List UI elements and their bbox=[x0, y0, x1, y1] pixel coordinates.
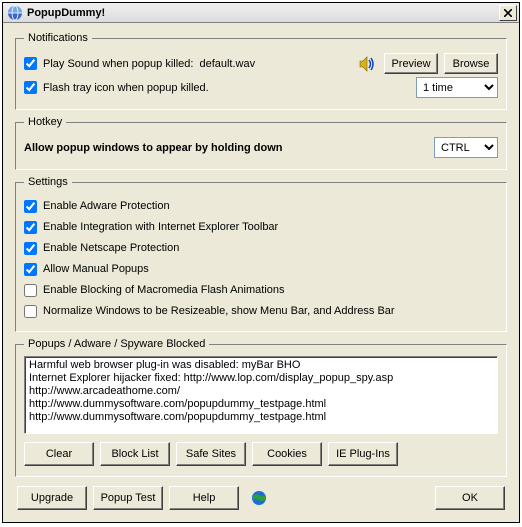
play-sound-checkbox[interactable] bbox=[24, 57, 37, 70]
dialog-body: Notifications Play Sound when popup kill… bbox=[3, 23, 519, 522]
close-button[interactable] bbox=[499, 5, 517, 21]
preview-button[interactable]: Preview bbox=[384, 53, 438, 74]
block-flash-checkbox[interactable] bbox=[24, 284, 37, 297]
notifications-legend: Notifications bbox=[24, 32, 92, 44]
settings-item-label: Allow Manual Popups bbox=[43, 263, 149, 275]
speaker-icon bbox=[358, 55, 376, 73]
flash-tray-checkbox[interactable] bbox=[24, 81, 37, 94]
settings-item-label: Enable Blocking of Macromedia Flash Anim… bbox=[43, 284, 285, 296]
clear-button[interactable]: Clear bbox=[24, 442, 94, 466]
ok-button[interactable]: OK bbox=[435, 486, 505, 510]
settings-item-label: Enable Integration with Internet Explore… bbox=[43, 221, 278, 233]
app-window: PopupDummy! Notifications Play Sound whe… bbox=[2, 2, 520, 523]
sound-file-name: default.wav bbox=[199, 58, 255, 70]
enable-ie-toolbar-checkbox[interactable] bbox=[24, 221, 37, 234]
browse-button[interactable]: Browse bbox=[444, 53, 498, 74]
flash-tray-label: Flash tray icon when popup killed. bbox=[43, 82, 209, 94]
hotkey-group: Hotkey Allow popup windows to appear by … bbox=[15, 116, 507, 170]
window-title: PopupDummy! bbox=[25, 7, 499, 19]
settings-legend: Settings bbox=[24, 176, 72, 188]
allow-manual-popups-checkbox[interactable] bbox=[24, 263, 37, 276]
upgrade-button[interactable]: Upgrade bbox=[17, 486, 87, 510]
play-sound-label: Play Sound when popup killed: bbox=[43, 58, 193, 70]
settings-item-label: Enable Netscape Protection bbox=[43, 242, 179, 254]
settings-group: Settings Enable Adware Protection Enable… bbox=[15, 176, 507, 332]
blocked-legend: Popups / Adware / Spyware Blocked bbox=[24, 338, 209, 350]
normalize-windows-checkbox[interactable] bbox=[24, 305, 37, 318]
enable-netscape-checkbox[interactable] bbox=[24, 242, 37, 255]
footer: Upgrade Popup Test Help OK bbox=[15, 480, 507, 512]
notifications-group: Notifications Play Sound when popup kill… bbox=[15, 32, 507, 110]
app-icon bbox=[7, 5, 23, 21]
help-button[interactable]: Help bbox=[169, 486, 239, 510]
popup-test-button[interactable]: Popup Test bbox=[93, 486, 163, 510]
settings-item-label: Enable Adware Protection bbox=[43, 200, 170, 212]
title-bar: PopupDummy! bbox=[3, 3, 519, 23]
globe-icon[interactable] bbox=[251, 490, 267, 506]
hotkey-label: Allow popup windows to appear by holding… bbox=[24, 142, 282, 154]
flash-times-select[interactable]: 1 time bbox=[416, 77, 498, 98]
blocked-group: Popups / Adware / Spyware Blocked Harmfu… bbox=[15, 338, 507, 477]
hotkey-legend: Hotkey bbox=[24, 116, 66, 128]
settings-item-label: Normalize Windows to be Resizeable, show… bbox=[43, 305, 395, 317]
blocklist-button[interactable]: Block List bbox=[100, 442, 170, 466]
enable-adware-checkbox[interactable] bbox=[24, 200, 37, 213]
cookies-button[interactable]: Cookies bbox=[252, 442, 322, 466]
ie-plugins-button[interactable]: IE Plug-Ins bbox=[328, 442, 398, 466]
safesites-button[interactable]: Safe Sites bbox=[176, 442, 246, 466]
blocked-list[interactable]: Harmful web browser plug-in was disabled… bbox=[24, 356, 498, 434]
hotkey-select[interactable]: CTRL bbox=[434, 137, 498, 158]
